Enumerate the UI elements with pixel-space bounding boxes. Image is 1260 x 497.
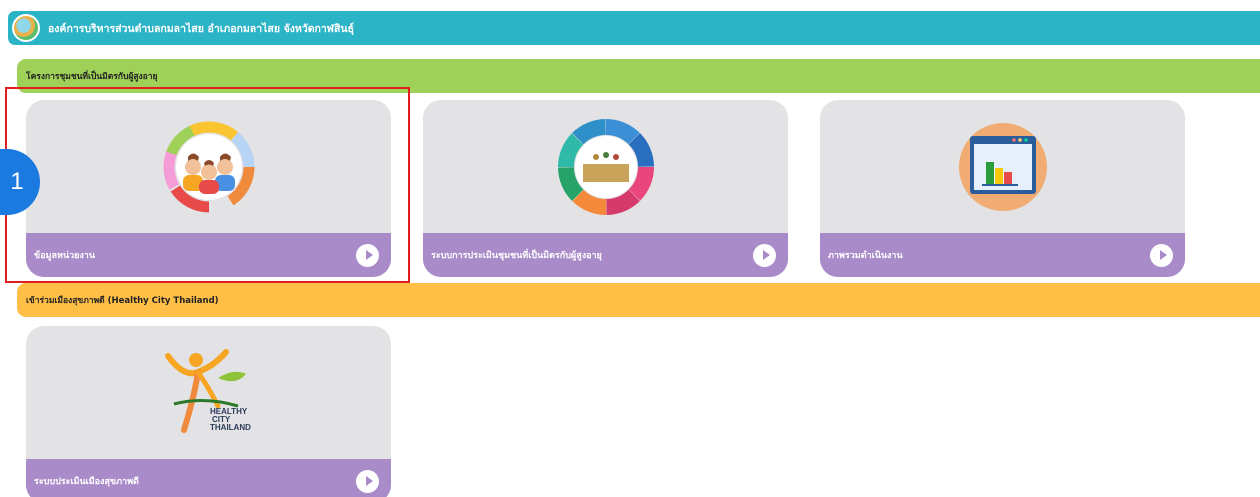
bar-chart-window-icon bbox=[958, 123, 1047, 211]
card-label: ข้อมูลหน่วยงาน bbox=[34, 251, 96, 261]
play-arrow-icon[interactable] bbox=[1150, 243, 1173, 267]
card-footer: ระบบประเมินเมืองสุขภาพดี bbox=[26, 459, 391, 497]
top-header-bar: องค์การบริหารส่วนตำบลกมลาไสย อำเภอกมลาไส… bbox=[8, 11, 1260, 45]
assessment-wheel-icon bbox=[557, 119, 654, 215]
people-group-icon bbox=[163, 121, 254, 213]
page: องค์การบริหารส่วนตำบลกมลาไสย อำเภอกมลาไส… bbox=[0, 0, 1260, 497]
card-label: ระบบการประเมินชุมชนที่เป็นมิตรกับผู้สูงอ… bbox=[431, 251, 602, 261]
municipality-seal-icon bbox=[12, 14, 40, 42]
healthy-city-logo-text: HEALTHY CITY THAILAND bbox=[210, 407, 251, 432]
play-arrow-icon[interactable] bbox=[356, 243, 379, 267]
card-operation-overview[interactable]: ภาพรวมดำเนินงาน bbox=[820, 100, 1185, 277]
card-label: ภาพรวมดำเนินงาน bbox=[828, 251, 903, 261]
svg-text:THAILAND: THAILAND bbox=[210, 423, 251, 432]
section-healthy-city: เข้าร่วมเมืองสุขภาพดี (Healthy City Thai… bbox=[17, 283, 1260, 317]
section-elderly-friendly-community: โครงการชุมชนที่เป็นมิตรกับผู้สูงอายุ bbox=[17, 59, 1260, 93]
card-elderly-assessment-system[interactable]: ระบบการประเมินชุมชนที่เป็นมิตรกับผู้สูงอ… bbox=[423, 100, 788, 277]
card-agency-info[interactable]: ข้อมูลหน่วยงาน bbox=[26, 100, 391, 277]
card-footer: ข้อมูลหน่วยงาน bbox=[26, 233, 391, 277]
play-arrow-icon[interactable] bbox=[753, 243, 776, 267]
card-healthy-city-assessment[interactable]: HEALTHY CITY THAILAND ระบบประเมินเมืองสุ… bbox=[26, 326, 391, 497]
card-label: ระบบประเมินเมืองสุขภาพดี bbox=[34, 477, 139, 487]
organization-title: องค์การบริหารส่วนตำบลกมลาไสย อำเภอกมลาไส… bbox=[48, 22, 354, 35]
card-footer: ระบบการประเมินชุมชนที่เป็นมิตรกับผู้สูงอ… bbox=[423, 233, 788, 277]
healthy-city-logo-icon: HEALTHY CITY THAILAND bbox=[164, 349, 251, 433]
card-footer: ภาพรวมดำเนินงาน bbox=[820, 233, 1185, 277]
play-arrow-icon[interactable] bbox=[356, 469, 379, 493]
